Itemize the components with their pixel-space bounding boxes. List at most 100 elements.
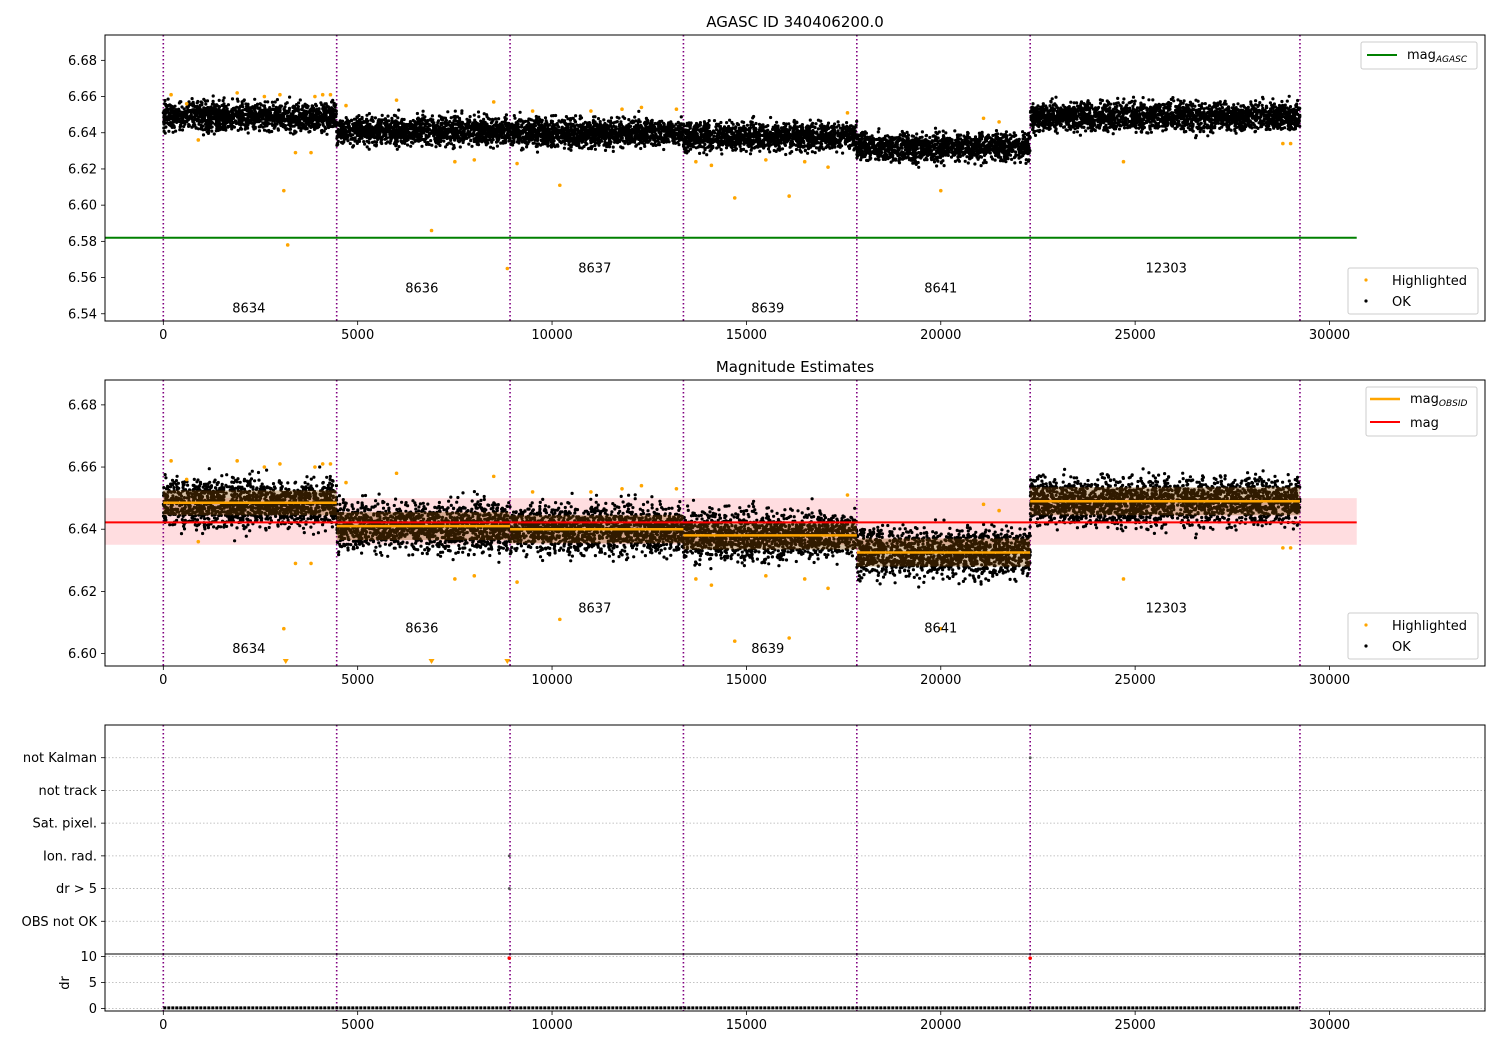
highlighted-point — [320, 92, 325, 97]
flag-category-label: not Kalman — [23, 751, 97, 766]
x-tick-label: 0 — [159, 328, 167, 343]
magnitude-estimates-panel: 8634 8636 8637 8639 8641 12303 0 5000 10000 15000… — [68, 379, 1486, 688]
highlighted-point — [196, 539, 201, 544]
y-tick-label: 6.64 — [68, 523, 97, 538]
highlighted-legend-marker — [1364, 278, 1368, 282]
mag-legend-top: magOBSID mag — [1365, 386, 1478, 437]
highlighted-point — [732, 639, 737, 643]
dr-outlier-point — [507, 956, 512, 960]
highlighted-point — [787, 194, 791, 198]
flag-point — [507, 854, 511, 858]
highlighted-point — [530, 109, 535, 113]
x-tick-label: 30000 — [1309, 673, 1350, 688]
highlighted-point — [262, 94, 267, 99]
y-tick-label: 10 — [80, 950, 97, 965]
highlighted-legend-label: Highlighted — [1392, 274, 1467, 289]
highlighted-point — [530, 490, 535, 494]
x-tick-label: 10000 — [531, 328, 572, 343]
ok-points-cloud — [681, 114, 859, 157]
highlighted-point — [997, 508, 1001, 513]
flag-category-label: dr > 5 — [56, 882, 97, 897]
panel2-title: Magnitude Estimates — [716, 358, 874, 376]
x-tick-label: 25000 — [1114, 1018, 1155, 1033]
highlighted-point — [620, 107, 624, 112]
highlighted-point — [184, 101, 189, 106]
highlighted-point — [278, 462, 282, 466]
mag-legend-bottom: Highlighted OK — [1347, 612, 1479, 660]
obsid-label: 8634 — [232, 642, 265, 657]
x-tick-label: 0 — [159, 673, 167, 688]
highlighted-point — [262, 465, 267, 469]
highlighted-point — [313, 465, 317, 469]
highlighted-point — [558, 183, 562, 188]
x-tick-label: 10000 — [531, 673, 572, 688]
obsid-label: 8637 — [578, 601, 611, 616]
flag-category-label: Sat. pixel. — [33, 817, 97, 832]
figure: AGASC ID 340406200.0 8634 8636 8637 8639 864… — [22, 13, 1486, 1033]
highlighted-point — [472, 574, 477, 578]
y-tick-label: 6.60 — [68, 647, 97, 662]
highlighted-point — [429, 228, 434, 233]
highlighted-point — [344, 103, 348, 108]
highlighted-point — [515, 161, 519, 166]
flag-category-label: Ion. rad. — [43, 849, 97, 864]
y-tick-label: 6.64 — [68, 126, 97, 141]
agasc-legend-bottom: Highlighted OK — [1347, 267, 1479, 315]
highlighted-point — [491, 474, 496, 479]
y-tick-label: 0 — [89, 1002, 97, 1017]
highlighted-point — [694, 577, 698, 581]
highlighted-point — [674, 487, 679, 491]
highlighted-point — [1288, 546, 1293, 550]
highlighted-point — [1121, 577, 1126, 581]
highlighted-point — [709, 583, 714, 587]
y-tick-label: 6.66 — [68, 90, 97, 105]
y-tick-label: 6.68 — [68, 398, 97, 413]
x-tick-label: 5000 — [341, 1018, 374, 1033]
obsid-label: 12303 — [1146, 601, 1187, 616]
x-tick-label: 5000 — [341, 673, 374, 688]
highlighted-point — [184, 477, 189, 482]
highlighted-point — [293, 150, 298, 155]
highlighted-point — [589, 109, 593, 113]
highlighted-point — [472, 158, 477, 162]
highlighted-point — [694, 159, 698, 164]
highlighted-point — [491, 100, 496, 104]
highlighted-point — [282, 626, 286, 631]
highlighted-point — [802, 159, 807, 164]
highlighted-point — [309, 150, 313, 155]
highlighted-point — [845, 493, 850, 497]
flag-category-label: OBS not OK — [22, 915, 98, 930]
y-tick-label: 6.68 — [68, 54, 97, 69]
highlighted-point — [505, 266, 510, 271]
ok-legend-label: OK — [1392, 295, 1411, 310]
ok-legend-marker — [1364, 644, 1368, 648]
agasc-legend-top: magAGASC — [1360, 41, 1478, 70]
flag-point — [507, 887, 511, 890]
highlighted-point — [309, 561, 313, 566]
dr-axis-label: dr — [58, 976, 73, 990]
highlighted-legend-label: Highlighted — [1392, 619, 1467, 634]
x-tick-label: 25000 — [1114, 673, 1155, 688]
obsid-label: 8639 — [751, 642, 784, 657]
highlighted-point — [453, 159, 457, 164]
highlighted-point — [515, 580, 519, 584]
highlighted-point — [169, 459, 173, 463]
x-tick-label: 15000 — [726, 1018, 767, 1033]
x-tick-label: 15000 — [726, 673, 767, 688]
flag-point — [1028, 756, 1032, 760]
flags-panel: OBS not OK dr > 5 Ion. rad. Sat. pixel. not … — [22, 724, 1486, 955]
highlighted-point — [1281, 546, 1285, 550]
agasc-panel: 8634 8636 8637 8639 8641 12303 0 5000 10000 15000… — [68, 34, 1486, 343]
highlighted-point — [938, 188, 943, 193]
highlighted-point — [764, 574, 768, 578]
highlighted-point — [845, 111, 850, 115]
obsid-label: 12303 — [1146, 262, 1187, 277]
highlighted-point — [285, 243, 290, 247]
obsid-label: 8641 — [924, 622, 957, 637]
highlighted-point — [764, 158, 768, 162]
ok-points-cloud — [161, 94, 339, 137]
highlighted-point — [328, 462, 333, 466]
highlighted-point — [196, 138, 201, 142]
y-tick-label: 6.54 — [68, 307, 97, 322]
x-tick-label: 5000 — [341, 328, 374, 343]
